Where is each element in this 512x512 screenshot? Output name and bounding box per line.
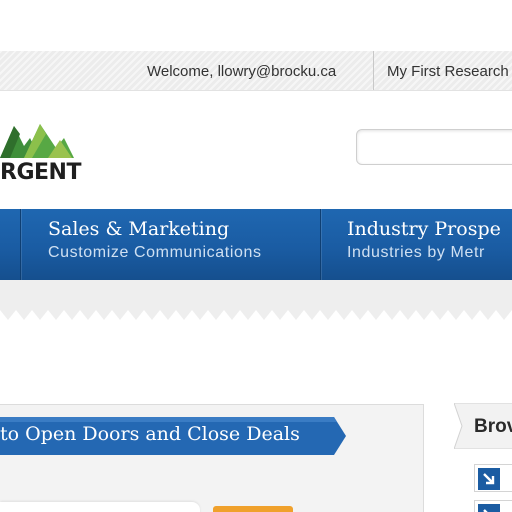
browse-item[interactable]	[474, 464, 512, 492]
nav-item-sales-marketing[interactable]: Sales & Marketing Customize Communicatio…	[21, 209, 320, 280]
orange-tab[interactable]	[213, 506, 293, 512]
logo-wordmark: RGENT	[0, 160, 81, 185]
arrow-down-right-icon	[478, 504, 500, 512]
nav-item-industry-prospects[interactable]: Industry Prospe Industries by Metr	[321, 209, 512, 280]
top-utility-bar: Welcome, llowry@brocku.ca My First Resea…	[0, 51, 512, 91]
banner-text: to Open Doors and Close Deals	[0, 423, 300, 445]
nav-item-subtitle: Industries by Metr	[347, 244, 485, 261]
logo-mountains-icon	[0, 124, 74, 158]
nav-item-subtitle: Customize Communications	[48, 244, 262, 261]
nav-item-title: Sales & Marketing	[48, 218, 230, 240]
browse-item[interactable]	[474, 500, 512, 512]
main-navigation: Sales & Marketing Customize Communicatio…	[0, 209, 512, 280]
topbar-divider	[373, 51, 374, 90]
welcome-text: Welcome, llowry@brocku.ca	[147, 63, 337, 80]
arrow-down-right-icon	[478, 468, 500, 490]
search-input[interactable]	[356, 129, 512, 165]
zigzag-divider	[0, 280, 512, 324]
my-research-link[interactable]: My First Research	[387, 63, 509, 80]
browse-heading: Brov	[474, 416, 512, 437]
panel-card	[0, 502, 200, 512]
nav-item-title: Industry Prospe	[347, 218, 501, 240]
